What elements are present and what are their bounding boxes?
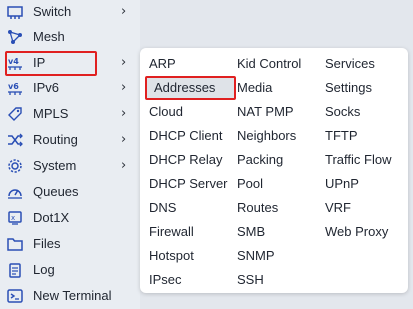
switch-icon <box>6 3 24 21</box>
sidebar-item-label: Routing <box>33 132 78 147</box>
submenu-item-services[interactable]: Services <box>316 54 375 74</box>
submenu-item-traffic-flow[interactable]: Traffic Flow <box>316 150 391 170</box>
submenu-item-kid-control[interactable]: Kid Control <box>228 54 301 74</box>
submenu-item-smb[interactable]: SMB <box>228 222 265 242</box>
dot1x-icon: x <box>6 209 24 227</box>
submenu-item-snmp[interactable]: SNMP <box>228 246 275 266</box>
active-highlight-frame <box>5 51 97 76</box>
ipv6-icon: v6 <box>6 79 24 97</box>
terminal-icon <box>6 287 24 305</box>
submenu-item-nat-pmp[interactable]: NAT PMP <box>228 102 294 122</box>
sidebar-item-label: Switch <box>33 4 72 19</box>
submenu-item-routes[interactable]: Routes <box>228 198 278 218</box>
sidebar-item-switch[interactable]: Switch › <box>0 0 140 24</box>
submenu-item-firewall[interactable]: Firewall <box>140 222 194 242</box>
mpls-icon <box>6 105 24 123</box>
submenu-item-arp[interactable]: ARP <box>140 54 176 74</box>
sidebar-item-label: Log <box>33 262 55 277</box>
chevron-right-icon: › <box>121 55 127 70</box>
sidebar-item-dot1x[interactable]: x Dot1X <box>0 206 140 230</box>
sidebar-item-log[interactable]: Log <box>0 258 140 282</box>
svg-text:v6: v6 <box>8 82 19 91</box>
submenu-item-ssh[interactable]: SSH <box>228 270 264 290</box>
submenu-item-upnp[interactable]: UPnP <box>316 174 359 194</box>
submenu-item-settings[interactable]: Settings <box>316 78 372 98</box>
sidebar: Switch › Mesh v4 IP › v6 IPv6 › MPLS › R… <box>0 0 140 309</box>
submenu-item-addresses[interactable]: Addresses <box>145 76 236 100</box>
submenu-item-neighbors[interactable]: Neighbors <box>228 126 296 146</box>
sidebar-item-label: Queues <box>33 184 79 199</box>
submenu-item-packing[interactable]: Packing <box>228 150 283 170</box>
submenu-item-socks[interactable]: Socks <box>316 102 360 122</box>
sidebar-item-system[interactable]: System › <box>0 154 140 178</box>
sidebar-item-files[interactable]: Files <box>0 232 140 256</box>
submenu-item-tftp[interactable]: TFTP <box>316 126 358 146</box>
sidebar-item-label: Dot1X <box>33 210 70 225</box>
sidebar-item-label: System <box>33 158 77 173</box>
submenu-item-cloud[interactable]: Cloud <box>140 102 183 122</box>
submenu-item-dhcp-server[interactable]: DHCP Server <box>140 174 228 194</box>
chevron-right-icon: › <box>121 158 127 173</box>
submenu-item-dhcp-client[interactable]: DHCP Client <box>140 126 222 146</box>
sidebar-item-mpls[interactable]: MPLS › <box>0 102 140 126</box>
svg-text:x: x <box>11 214 15 222</box>
chevron-right-icon: › <box>121 132 127 147</box>
log-icon <box>6 261 24 279</box>
folder-icon <box>6 235 24 253</box>
sidebar-item-label: New Terminal <box>33 288 112 303</box>
sidebar-item-label: Files <box>33 236 61 251</box>
sidebar-item-ipv6[interactable]: v6 IPv6 › <box>0 76 140 100</box>
chevron-right-icon: › <box>121 106 127 121</box>
submenu-item-ipsec[interactable]: IPsec <box>140 270 182 290</box>
sidebar-item-label: MPLS <box>33 106 69 121</box>
sidebar-item-label: Mesh <box>33 29 65 44</box>
chevron-right-icon: › <box>121 80 127 95</box>
chevron-right-icon: › <box>121 4 127 19</box>
submenu-item-dns[interactable]: DNS <box>140 198 176 218</box>
sidebar-item-mesh[interactable]: Mesh <box>0 25 140 49</box>
sidebar-item-queues[interactable]: Queues <box>0 180 140 204</box>
sidebar-item-label: IPv6 <box>33 80 60 95</box>
routing-icon <box>6 131 24 149</box>
ip-submenu-panel: ARP Addresses Cloud DHCP Client DHCP Rel… <box>140 48 408 293</box>
sidebar-item-new-terminal[interactable]: New Terminal <box>0 284 140 308</box>
submenu-item-dhcp-relay[interactable]: DHCP Relay <box>140 150 222 170</box>
sidebar-item-routing[interactable]: Routing › <box>0 128 140 152</box>
submenu-item-vrf[interactable]: VRF <box>316 198 351 218</box>
submenu-item-media[interactable]: Media <box>228 78 272 98</box>
submenu-item-pool[interactable]: Pool <box>228 174 263 194</box>
submenu-item-web-proxy[interactable]: Web Proxy <box>316 222 388 242</box>
gear-icon <box>6 157 24 175</box>
queues-icon <box>6 183 24 201</box>
mesh-icon <box>6 28 24 46</box>
submenu-item-hotspot[interactable]: Hotspot <box>140 246 194 266</box>
